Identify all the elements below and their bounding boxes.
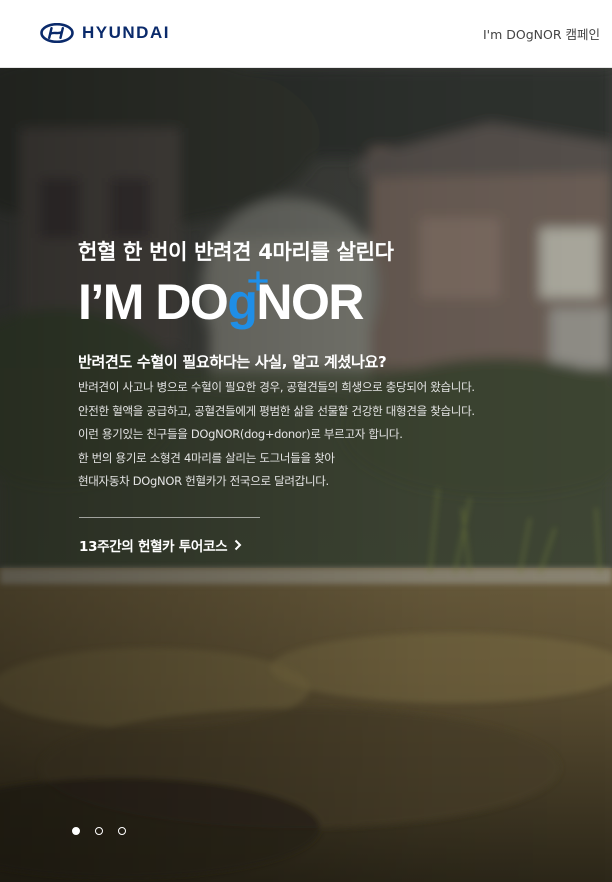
slide-pagination xyxy=(72,827,126,835)
tour-course-label: 13주간의 헌혈카 투어코스 xyxy=(79,539,228,555)
logo-wordmark: HYUNDAI xyxy=(82,23,170,42)
hero-headline: 헌혈 한 번이 반려견 4마리를 살린다 xyxy=(78,240,394,264)
brand-title-part1: I’M DO xyxy=(78,274,227,330)
tour-course-link[interactable]: 13주간의 헌혈카 투어코스 xyxy=(79,535,242,555)
brand-title-part2: NOR xyxy=(256,274,364,330)
hero-subheading: 반려견도 수혈이 필요하다는 사실, 알고 계셨나요? xyxy=(78,353,387,371)
slide-dot-2[interactable] xyxy=(95,827,103,835)
description-line: 반려견이 사고나 병으로 수혈이 필요한 경우, 공혈견들의 희생으로 충당되어… xyxy=(78,380,475,394)
svg-text:I’M DOgNOR: I’M DOgNOR xyxy=(78,274,364,330)
hero-description: 반려견이 사고나 병으로 수혈이 필요한 경우, 공혈견들의 희생으로 충당되어… xyxy=(78,376,548,494)
hero-banner: 헌혈 한 번이 반려견 4마리를 살린다 I’M DOgNOR 반려견도 수혈이… xyxy=(0,68,612,882)
campaign-link[interactable]: I'm DOgNOR 캠페인 xyxy=(483,24,600,43)
description-line: 이런 용기있는 친구들을 DOgNOR(dog+donor)로 부르고자 합니다… xyxy=(78,427,403,441)
dognor-campaign-title: I’M DOgNOR xyxy=(78,271,366,330)
description-line: 안전한 혈액을 공급하고, 공혈견들에게 평범한 삶을 선물할 건강한 대형견을… xyxy=(78,403,475,418)
hyundai-logo[interactable]: HYUNDAI xyxy=(40,22,170,44)
hyundai-logo-icon xyxy=(40,23,74,43)
description-line: 현대자동차 DOgNOR 헌혈카가 전국으로 달려갑니다. xyxy=(78,474,329,488)
site-header: HYUNDAI I'm DOgNOR 캠페인 xyxy=(0,0,612,68)
slide-dot-3[interactable] xyxy=(118,827,126,835)
divider xyxy=(79,517,260,518)
slide-dot-1[interactable] xyxy=(72,827,80,835)
chevron-right-icon xyxy=(234,539,242,551)
description-line: 한 번의 용기로 소형견 4마리를 살리는 도그너들을 찾아 xyxy=(78,450,335,465)
